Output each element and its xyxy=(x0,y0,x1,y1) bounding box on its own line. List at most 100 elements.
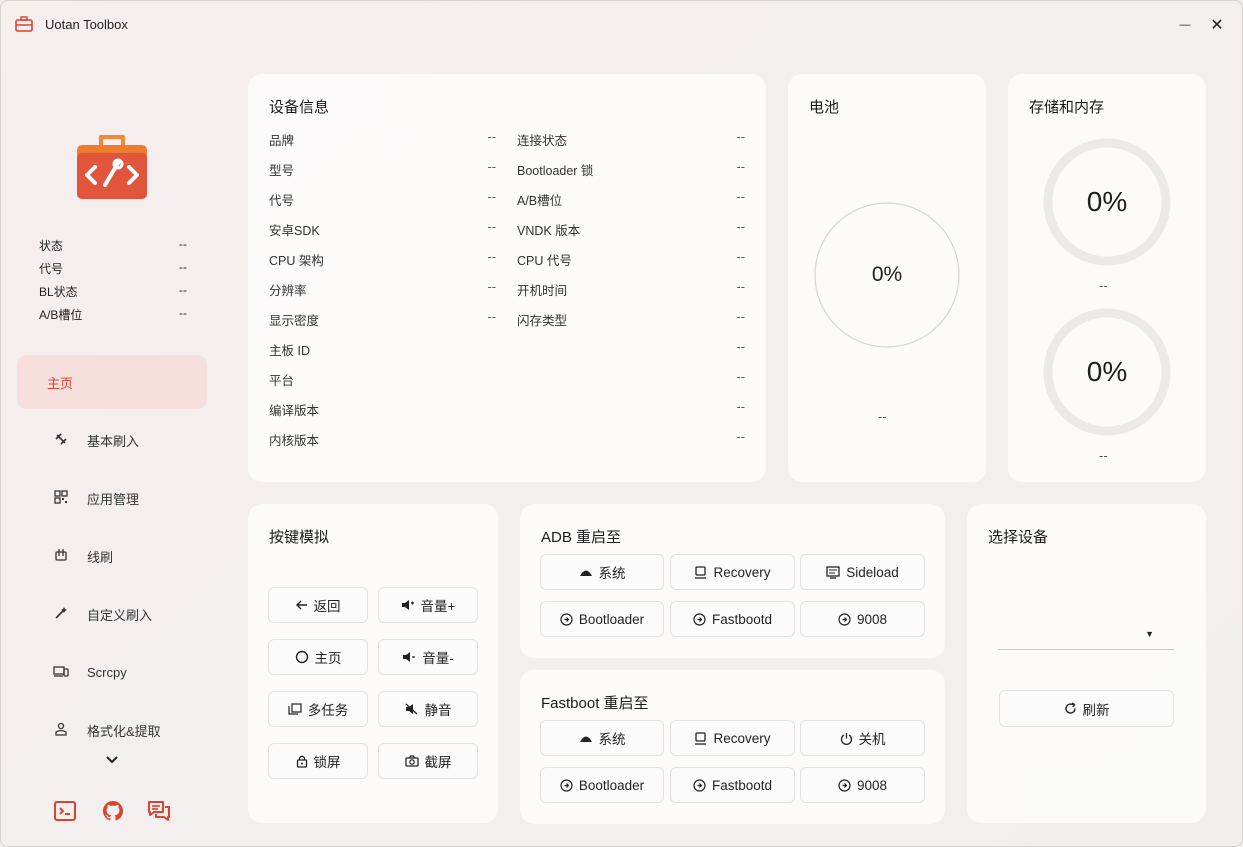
info-value: -- xyxy=(487,190,496,204)
info-value: -- xyxy=(487,280,496,294)
github-icon[interactable] xyxy=(101,799,125,823)
button-label: 关机 xyxy=(858,732,886,747)
app-window: Uotan Toolbox — ✕ 状态 -- 代号 -- BL状态 -- A/… xyxy=(0,0,1243,847)
button-label: 静音 xyxy=(424,703,452,718)
button-label: Bootloader xyxy=(578,611,645,627)
info-value: -- xyxy=(736,280,745,294)
info-label: 平台 xyxy=(269,374,295,388)
info-value: -- xyxy=(736,310,745,324)
button-label: Recovery xyxy=(713,730,771,746)
format-extract-icon xyxy=(51,722,71,739)
device-info-row: 主板 ID -- xyxy=(269,340,745,359)
device-info-row: 型号 -- xyxy=(269,160,496,179)
back-key-button[interactable]: 返回 xyxy=(268,587,368,623)
sidebar-item-scrcpy[interactable]: Scrcpy xyxy=(17,645,207,699)
sidebar-item-custom-flash[interactable]: 自定义刷入 xyxy=(17,587,207,641)
home-key-button[interactable]: 主页 xyxy=(268,639,368,675)
sidebar-item-home[interactable]: 主页 xyxy=(17,355,207,409)
button-label: Bootloader xyxy=(578,777,645,793)
terminal-icon[interactable] xyxy=(53,799,77,823)
circle-home-icon xyxy=(295,650,309,664)
sidebar-item-label: 线刷 xyxy=(87,549,114,565)
battery-title: 电池 xyxy=(809,99,840,116)
window-title: Uotan Toolbox xyxy=(45,17,128,32)
refresh-icon xyxy=(1064,702,1077,715)
dropdown-arrow-icon: ▼ xyxy=(1145,629,1154,639)
info-label: 主板 ID xyxy=(269,344,310,358)
device-select[interactable]: ▼ xyxy=(998,620,1174,650)
power-icon xyxy=(840,732,853,745)
mute-icon xyxy=(405,703,419,715)
sidebar-item-label: Scrcpy xyxy=(87,664,127,680)
slot-label: A/B槽位 xyxy=(39,308,83,322)
info-label: 品牌 xyxy=(269,134,295,148)
storage-title: 存储和内存 xyxy=(1029,99,1105,116)
info-value: -- xyxy=(487,220,496,234)
sidebar-item-label: 格式化&提取 xyxy=(87,723,161,739)
device-info-row: CPU 架构 -- xyxy=(269,250,496,269)
minimize-button[interactable]: — xyxy=(1169,11,1201,39)
apps-grid-icon xyxy=(51,489,71,507)
fastboot-reboot-recovery-button[interactable]: Recovery xyxy=(670,720,795,756)
device-info-row: 内核版本 -- xyxy=(269,430,745,449)
sidebar-item-app-manager[interactable]: 应用管理 xyxy=(17,471,207,525)
refresh-button[interactable]: 刷新 xyxy=(999,690,1174,727)
info-label: 代号 xyxy=(269,194,295,208)
device-info-row: 平台 -- xyxy=(269,370,745,389)
adb-reboot-system-button[interactable]: 系统 xyxy=(540,554,664,590)
adb-reboot-recovery-button[interactable]: Recovery xyxy=(670,554,795,590)
bl-label: BL状态 xyxy=(39,285,78,299)
sidebar-status-row: 状态 -- xyxy=(39,237,187,254)
adb-reboot-bootloader-button[interactable]: Bootloader xyxy=(540,601,664,637)
sidebar-item-label: 应用管理 xyxy=(87,491,140,507)
info-value: -- xyxy=(736,160,745,174)
adb-reboot-title: ADB 重启至 xyxy=(541,529,622,546)
fastboot-reboot-fastbootd-button[interactable]: Fastbootd xyxy=(670,767,795,803)
adb-reboot-9008-button[interactable]: 9008 xyxy=(800,601,925,637)
volume-up-button[interactable]: 音量+ xyxy=(378,587,478,623)
arrow-left-icon xyxy=(295,599,308,611)
close-button[interactable]: ✕ xyxy=(1201,11,1233,39)
fastboot-reboot-9008-button[interactable]: 9008 xyxy=(800,767,925,803)
volume-down-button[interactable]: 音量- xyxy=(378,639,478,675)
lock-screen-button[interactable]: 锁屏 xyxy=(268,743,368,779)
adb-reboot-sideload-button[interactable]: Sideload xyxy=(800,554,925,590)
sidebar-bl-row: BL状态 -- xyxy=(39,283,187,300)
button-label: 9008 xyxy=(856,777,888,793)
reboot-icon xyxy=(693,612,706,626)
volume-up-icon xyxy=(401,599,415,611)
reboot-icon xyxy=(560,778,573,792)
sidebar-item-format-extract[interactable]: 格式化&提取 xyxy=(17,703,207,757)
wired-flash-icon xyxy=(51,548,71,565)
storage-detail: -- xyxy=(1099,278,1108,293)
codename-label: 代号 xyxy=(39,262,64,276)
device-info-row: 连接状态 -- xyxy=(517,130,745,149)
info-label: A/B槽位 xyxy=(517,194,563,208)
chevron-down-icon[interactable] xyxy=(103,753,121,767)
multitask-button[interactable]: 多任务 xyxy=(268,691,368,727)
device-info-row: 代号 -- xyxy=(269,190,496,209)
sidebar-slot-row: A/B槽位 -- xyxy=(39,306,187,323)
fastboot-reboot-system-button[interactable]: 系统 xyxy=(540,720,664,756)
info-value: -- xyxy=(736,400,745,414)
select-device-card: 选择设备 xyxy=(967,504,1206,823)
select-device-title: 选择设备 xyxy=(988,529,1049,546)
mute-button[interactable]: 静音 xyxy=(378,691,478,727)
info-value: -- xyxy=(736,130,745,144)
status-label: 状态 xyxy=(39,239,64,253)
multitask-icon xyxy=(288,703,302,715)
device-info-row: Bootloader 锁 -- xyxy=(517,160,745,179)
screenshot-button[interactable]: 截屏 xyxy=(378,743,478,779)
sidebar-item-wired-flash[interactable]: 线刷 xyxy=(17,529,207,583)
info-value: -- xyxy=(736,250,745,264)
minimize-icon: — xyxy=(1179,19,1191,31)
feedback-icon[interactable] xyxy=(147,799,171,823)
adb-reboot-fastbootd-button[interactable]: Fastbootd xyxy=(670,601,795,637)
fastboot-power-off-button[interactable]: 关机 xyxy=(800,720,925,756)
fastboot-reboot-bootloader-button[interactable]: Bootloader xyxy=(540,767,664,803)
device-info-row: 显示密度 -- xyxy=(269,310,496,329)
status-value: -- xyxy=(179,237,187,251)
sidebar-item-basic-flash[interactable]: 基本刷入 xyxy=(17,413,207,467)
info-value: -- xyxy=(736,430,745,444)
info-label: CPU 架构 xyxy=(269,254,324,268)
